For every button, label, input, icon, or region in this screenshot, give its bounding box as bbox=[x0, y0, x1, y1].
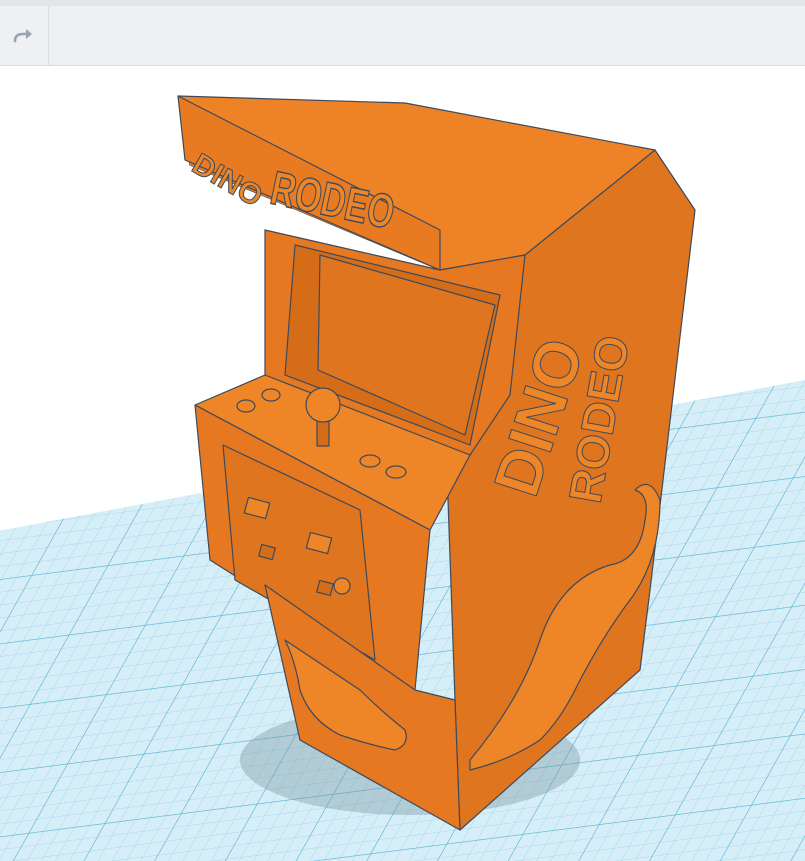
3d-viewport[interactable]: DINO RODEO DINO RODEO bbox=[0, 66, 805, 861]
top-toolbar bbox=[0, 0, 805, 66]
redo-arrow-icon bbox=[13, 28, 32, 42]
toolbar-edge bbox=[0, 0, 805, 6]
scene-canvas[interactable]: DINO RODEO DINO RODEO bbox=[0, 66, 805, 861]
redo-button[interactable] bbox=[0, 6, 49, 65]
